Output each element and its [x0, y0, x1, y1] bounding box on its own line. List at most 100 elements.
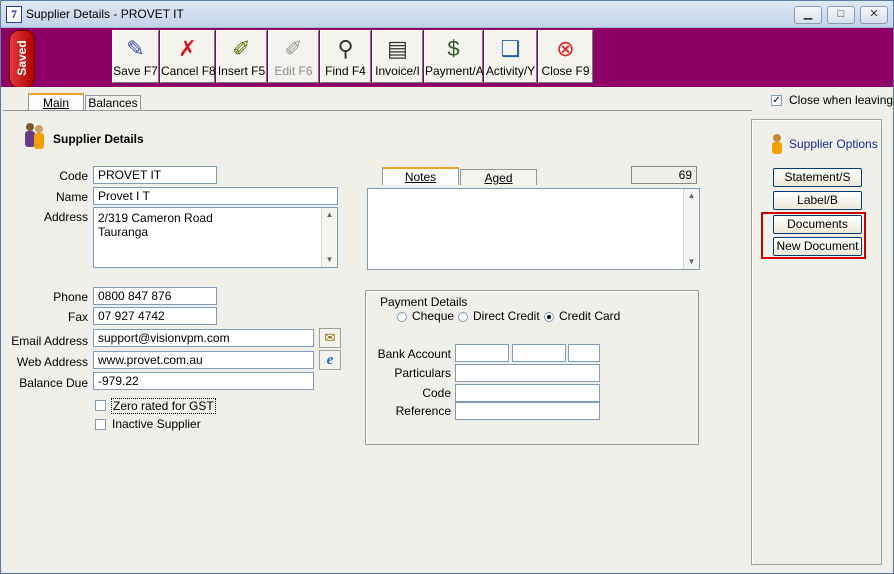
email-label: Email Address — [11, 334, 88, 348]
code-label: Code — [59, 169, 88, 183]
direct-credit-radio[interactable] — [458, 312, 468, 322]
phone-field[interactable]: 0800 847 876 — [93, 287, 217, 305]
close-when-leaving-checkbox[interactable]: ✓ — [771, 95, 782, 106]
notes-count: 69 — [631, 166, 697, 184]
browser-icon[interactable]: e — [319, 350, 341, 370]
close-circle-icon: ⊗ — [556, 36, 575, 61]
documents-button[interactable]: Documents — [773, 215, 862, 234]
web-label: Web Address — [16, 355, 88, 369]
name-field[interactable]: Provet I T — [93, 187, 338, 205]
notes-scroll-up-icon[interactable]: ▲ — [685, 189, 698, 203]
save-button[interactable]: ✎ Save F7 — [112, 30, 159, 83]
activity-button[interactable]: ❑ Activity/Y — [484, 30, 537, 83]
payment-button[interactable]: $ Payment/A — [424, 30, 484, 83]
cheque-label: Cheque — [412, 309, 455, 323]
insert-button[interactable]: ✐ Insert F5 — [216, 30, 267, 83]
fax-field[interactable]: 07 927 4742 — [93, 307, 217, 325]
bank-account-label: Bank Account — [377, 347, 451, 361]
minimize-button[interactable]: ▁ — [794, 6, 822, 24]
toolbar-button-label: Save F7 — [113, 64, 158, 78]
supplier-details-window: 7 Supplier Details - PROVET IT ▁ □ ✕ Sav… — [0, 0, 894, 574]
bank-account-part3[interactable] — [568, 344, 600, 362]
direct-credit-label: Direct Credit — [473, 309, 540, 323]
pen-icon: ✎ — [126, 36, 145, 61]
particulars-field[interactable] — [455, 364, 600, 382]
window-title: Supplier Details - PROVET IT — [26, 7, 184, 21]
find-button[interactable]: ⚲ Find F4 — [320, 30, 371, 83]
section-title: Supplier Details — [53, 132, 144, 146]
toolbar-button-label: Invoice/I — [375, 64, 420, 78]
invoice-icon: ▤ — [387, 36, 408, 61]
title-bar: 7 Supplier Details - PROVET IT ▁ □ ✕ — [1, 1, 893, 28]
cheque-radio[interactable] — [397, 312, 407, 322]
toolbar-button-label: Payment/A — [425, 64, 484, 78]
scroll-down-icon[interactable]: ▼ — [323, 253, 336, 267]
app-icon: 7 — [6, 6, 22, 23]
close-window-button[interactable]: ✕ — [860, 6, 888, 24]
reference-label: Reference — [395, 404, 451, 418]
tab-notes[interactable]: Notes — [382, 167, 459, 185]
edit-paper-icon: ✐ — [284, 36, 303, 61]
people-icon — [22, 121, 48, 153]
toolbar-button-label: Cancel F8 — [161, 64, 216, 78]
tab-balances[interactable]: Balances — [85, 95, 141, 110]
main-content: Main Balances ✓ Close when leaving Suppl… — [2, 87, 894, 572]
bank-account-part2[interactable] — [512, 344, 566, 362]
statement-button[interactable]: Statement/S — [773, 168, 862, 187]
toolbar-button-label: Activity/Y — [485, 64, 536, 78]
tab-aged-analysis[interactable]: Aged Analysis — [460, 169, 537, 201]
inactive-checkbox[interactable] — [95, 419, 106, 430]
code-field[interactable]: PROVET IT — [93, 166, 217, 184]
toolbar-button-label: Insert F5 — [217, 64, 266, 78]
close-button[interactable]: ⊗ Close F9 — [538, 30, 593, 83]
address-label: Address — [43, 210, 88, 224]
address-line2: Tauranga — [98, 225, 149, 239]
balance-label: Balance Due — [19, 376, 88, 390]
fax-label: Fax — [67, 310, 88, 324]
bank-account-part1[interactable] — [455, 344, 509, 362]
payment-title: Payment Details — [380, 295, 468, 309]
notes-scrollbar[interactable]: ▲ ▼ — [683, 189, 699, 269]
balance-field: -979.22 — [93, 372, 314, 390]
saved-badge: Saved — [9, 30, 35, 88]
inactive-label: Inactive Supplier — [112, 417, 201, 431]
scroll-up-icon[interactable]: ▲ — [323, 208, 336, 222]
reference-field[interactable] — [455, 402, 600, 420]
phone-label: Phone — [53, 290, 88, 304]
invoice-button[interactable]: ▤ Invoice/I — [372, 30, 423, 83]
toolbar-button-label: Close F9 — [541, 64, 590, 78]
scroll-icon: ❑ — [500, 36, 521, 61]
toolbar-button-label: Edit F6 — [274, 64, 313, 78]
edit-button[interactable]: ✐ Edit F6 — [268, 30, 319, 83]
payment-code-field[interactable] — [455, 384, 600, 402]
supplier-options-title: Supplier Options — [789, 137, 878, 151]
credit-card-label: Credit Card — [559, 309, 621, 323]
address-line1: 2/319 Cameron Road — [98, 211, 213, 225]
notes-scroll-down-icon[interactable]: ▼ — [685, 255, 698, 269]
close-when-leaving-label: Close when leaving — [789, 93, 894, 107]
zero-rated-label: Zero rated for GST — [111, 398, 216, 414]
web-field[interactable]: www.provet.com.au — [93, 351, 314, 369]
new-document-button[interactable]: New Document — [773, 237, 862, 256]
pencil-paper-icon: ✐ — [232, 36, 251, 61]
label-button[interactable]: Label/B — [773, 191, 862, 210]
tab-notes-label: Notes — [404, 170, 437, 184]
x-icon: ✗ — [178, 36, 197, 61]
cancel-button[interactable]: ✗ Cancel F8 — [160, 30, 216, 83]
saved-label: Saved — [15, 40, 29, 76]
address-field[interactable]: 2/319 Cameron Road Tauranga ▲ ▼ — [93, 207, 338, 268]
name-label: Name — [55, 190, 88, 204]
notes-textarea[interactable]: ▲ ▼ — [367, 188, 700, 270]
payment-code-label: Code — [422, 386, 451, 400]
email-send-icon[interactable]: ✉ — [319, 328, 341, 348]
tab-divider — [3, 110, 752, 111]
money-bag-icon: $ — [447, 36, 460, 61]
email-field[interactable]: support@visionvpm.com — [93, 329, 314, 347]
address-scrollbar[interactable]: ▲ ▼ — [321, 208, 337, 267]
maximize-button[interactable]: □ — [827, 6, 855, 24]
credit-card-radio[interactable] — [544, 312, 554, 322]
tab-balances-label: Balances — [88, 96, 138, 110]
tab-main[interactable]: Main — [28, 93, 84, 110]
zero-rated-checkbox[interactable] — [95, 400, 106, 411]
magnifier-icon: ⚲ — [337, 36, 354, 61]
